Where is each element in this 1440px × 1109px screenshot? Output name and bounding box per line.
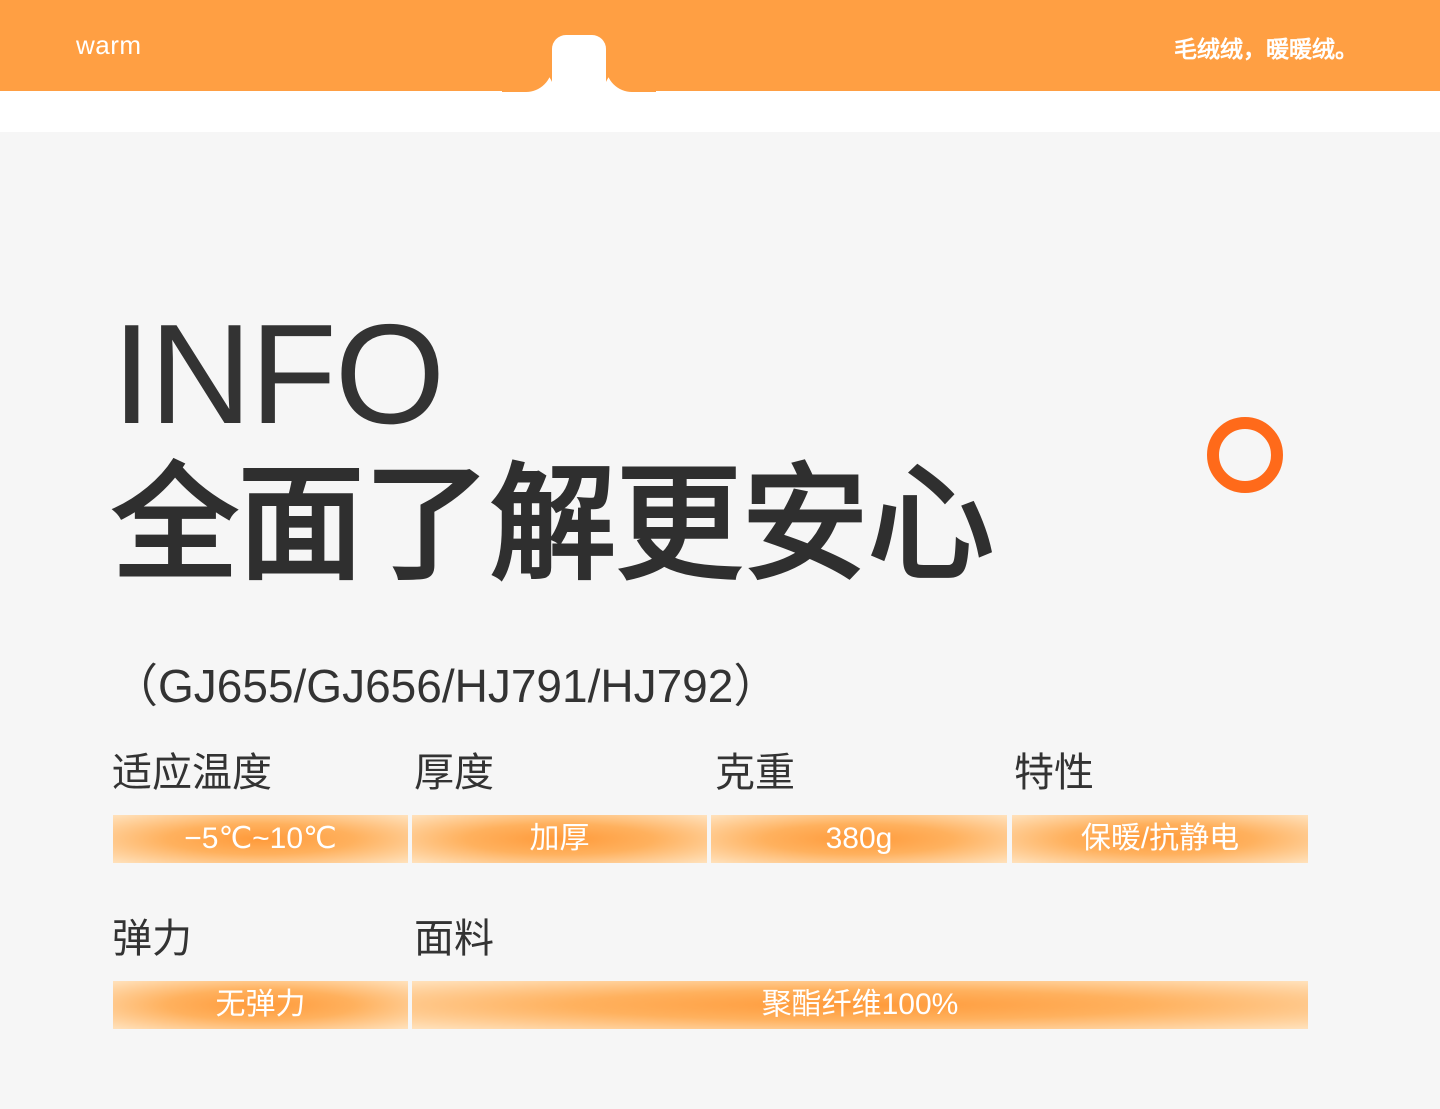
hang-tab-mask-left bbox=[502, 40, 552, 92]
hang-tab-mask-right bbox=[606, 40, 656, 92]
spec-value-fabric-text: 聚酯纤维100% bbox=[761, 988, 959, 1021]
spec-label-temperature: 适应温度 bbox=[112, 750, 272, 796]
spec-label-fabric: 面料 bbox=[414, 916, 494, 962]
spec-label-thickness: 厚度 bbox=[414, 750, 494, 796]
spec-value-temperature-text: −5℃~10℃ bbox=[184, 822, 337, 855]
brand-name: warm bbox=[76, 30, 142, 60]
spec-value-thickness-text: 加厚 bbox=[529, 822, 590, 855]
spec-value-thickness: 加厚 bbox=[412, 815, 707, 863]
hang-tab bbox=[552, 35, 606, 115]
spec-value-feature-text: 保暖/抗静电 bbox=[1080, 822, 1240, 855]
hero-title-cn: 全面了解更安心 bbox=[112, 451, 994, 598]
hero-title-en: INFO bbox=[112, 295, 445, 454]
spec-label-weight: 克重 bbox=[715, 750, 795, 796]
spec-value-fabric: 聚酯纤维100% bbox=[412, 981, 1308, 1029]
spec-label-feature: 特性 bbox=[1014, 750, 1094, 796]
model-numbers: （GJ655/GJ656/HJ791/HJ792） bbox=[112, 660, 780, 712]
header-divider-strip bbox=[0, 91, 1440, 132]
spec-value-temperature: −5℃~10℃ bbox=[113, 815, 408, 863]
spec-value-weight-text: 380g bbox=[825, 822, 893, 855]
spec-value-feature: 保暖/抗静电 bbox=[1012, 815, 1308, 863]
slogan: 毛绒绒，暖暖绒。 bbox=[1174, 37, 1358, 63]
spec-value-elasticity: 无弹力 bbox=[113, 981, 408, 1029]
spec-label-elasticity: 弹力 bbox=[112, 916, 192, 962]
ring-decoration-icon bbox=[1207, 417, 1283, 493]
spec-value-weight: 380g bbox=[711, 815, 1007, 863]
spec-value-elasticity-text: 无弹力 bbox=[215, 988, 306, 1021]
